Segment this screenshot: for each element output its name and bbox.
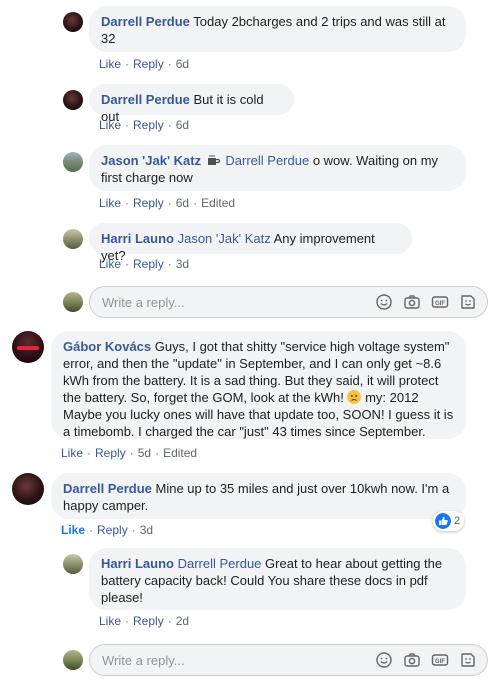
- timestamp[interactable]: 6d: [176, 57, 189, 71]
- avatar[interactable]: [63, 12, 83, 32]
- reply-link[interactable]: Reply: [133, 118, 164, 132]
- reply-link[interactable]: Reply: [97, 523, 128, 537]
- avatar[interactable]: [63, 152, 83, 172]
- comment-author[interactable]: Darrell Perdue: [63, 481, 152, 496]
- reply-placeholder: Write a reply...: [102, 653, 185, 668]
- comment-actions: Like · Reply · 2d: [99, 614, 190, 628]
- sticker-icon[interactable]: [459, 651, 477, 669]
- edited-label[interactable]: Edited: [201, 196, 235, 210]
- timestamp[interactable]: 3d: [140, 523, 153, 537]
- timestamp[interactable]: 6d: [176, 196, 189, 210]
- tagged-user[interactable]: Darrell Perdue: [225, 153, 309, 168]
- comment-actions: Like · Reply · 3d: [61, 523, 154, 537]
- current-user-avatar: [63, 292, 83, 312]
- camera-icon[interactable]: [403, 293, 421, 311]
- reply-input[interactable]: Write a reply... GIF: [89, 644, 488, 676]
- svg-text:GIF: GIF: [435, 659, 445, 665]
- gif-icon[interactable]: GIF: [431, 651, 449, 669]
- like-link[interactable]: Like: [99, 118, 121, 132]
- reply-input[interactable]: Write a reply... GIF: [89, 286, 488, 318]
- reply-link[interactable]: Reply: [133, 614, 164, 628]
- camera-icon[interactable]: [403, 651, 421, 669]
- reply-link[interactable]: Reply: [95, 446, 126, 460]
- gif-icon[interactable]: GIF: [431, 293, 449, 311]
- emoji-icon[interactable]: [375, 293, 393, 311]
- comment-actions: Like · Reply · 6d · Edited: [99, 196, 236, 210]
- avatar[interactable]: [12, 473, 44, 505]
- comment-bubble: Gábor Kovács Guys, I got that shitty "se…: [51, 331, 466, 439]
- svg-text:GIF: GIF: [435, 301, 445, 307]
- reply-link[interactable]: Reply: [133, 196, 164, 210]
- comment-bubble: Harri Launo Darrell Perdue Great to hear…: [89, 548, 466, 610]
- tagged-user[interactable]: Darrell Perdue: [178, 556, 262, 571]
- coffee-icon: [207, 155, 220, 165]
- reaction-number: 2: [454, 515, 461, 527]
- like-link[interactable]: Like: [99, 196, 121, 210]
- comment-author[interactable]: Harri Launo: [101, 556, 174, 571]
- comment-author[interactable]: Darrell Perdue: [101, 92, 190, 107]
- reaction-count[interactable]: 2: [433, 511, 465, 531]
- comment-actions: Like · Reply · 5d · Edited: [61, 446, 198, 460]
- worried-face-icon: [347, 390, 362, 404]
- timestamp[interactable]: 3d: [176, 257, 189, 271]
- reply-placeholder: Write a reply...: [102, 295, 185, 310]
- comment-bubble: Darrell Perdue Mine up to 35 miles and j…: [51, 473, 466, 519]
- reply-link[interactable]: Reply: [133, 57, 164, 71]
- avatar[interactable]: [63, 229, 83, 249]
- comment-author[interactable]: Harri Launo: [101, 231, 174, 246]
- thumbs-up-icon: [435, 513, 451, 529]
- comment-author[interactable]: Gábor Kovács: [63, 339, 151, 354]
- timestamp[interactable]: 5d: [138, 446, 151, 460]
- timestamp[interactable]: 2d: [176, 614, 189, 628]
- avatar[interactable]: [12, 331, 44, 363]
- tagged-user[interactable]: Jason 'Jak' Katz: [178, 231, 271, 246]
- like-link[interactable]: Like: [61, 446, 83, 460]
- comment-author[interactable]: Jason 'Jak' Katz: [101, 153, 201, 168]
- sticker-icon[interactable]: [459, 293, 477, 311]
- avatar[interactable]: [63, 554, 83, 574]
- current-user-avatar: [63, 650, 83, 670]
- like-link[interactable]: Like: [99, 614, 121, 628]
- avatar[interactable]: [63, 90, 83, 110]
- comment-bubble: Jason 'Jak' Katz Darrell Perdue o wow. W…: [89, 145, 466, 191]
- like-link[interactable]: Like: [99, 257, 121, 271]
- like-link[interactable]: Like: [61, 523, 85, 537]
- comment-actions: Like · Reply · 3d: [99, 257, 190, 271]
- comment-actions: Like · Reply · 6d: [99, 118, 190, 132]
- comment-bubble: Darrell Perdue Today 2bcharges and 2 tri…: [89, 6, 466, 52]
- comment-actions: Like · Reply · 6d: [99, 57, 190, 71]
- reply-link[interactable]: Reply: [133, 257, 164, 271]
- comment-bubble: Harri Launo Jason 'Jak' Katz Any improve…: [89, 223, 412, 263]
- timestamp[interactable]: 6d: [176, 118, 189, 132]
- like-link[interactable]: Like: [99, 57, 121, 71]
- edited-label[interactable]: Edited: [163, 446, 197, 460]
- comment-author[interactable]: Darrell Perdue: [101, 14, 190, 29]
- comment-bubble: Darrell Perdue But it is cold out: [89, 84, 294, 124]
- emoji-icon[interactable]: [375, 651, 393, 669]
